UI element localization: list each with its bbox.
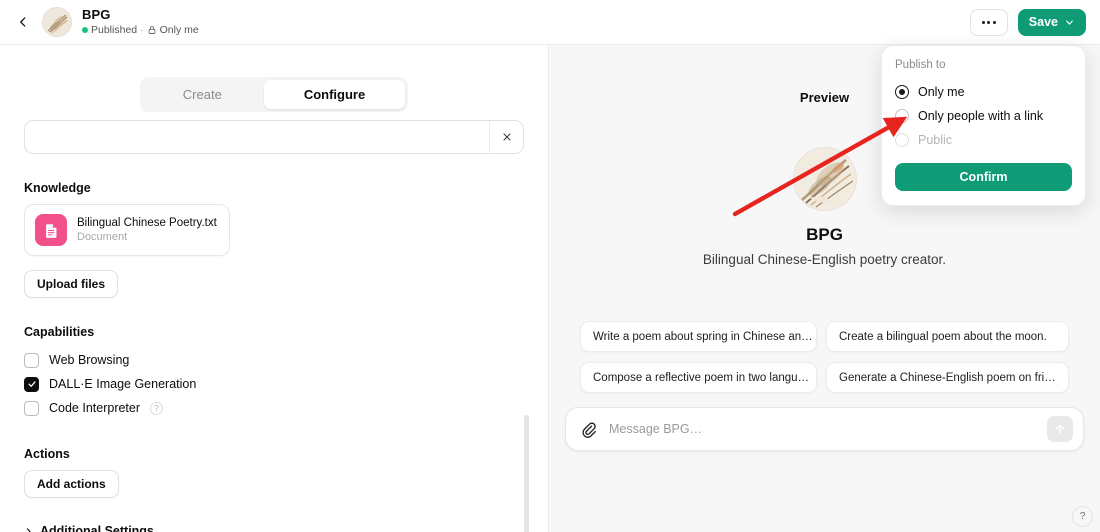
publish-option-label: Only me: [918, 85, 965, 99]
message-composer: [565, 407, 1084, 451]
capability-label: Code Interpreter: [49, 401, 141, 415]
publish-option-link[interactable]: Only people with a link: [895, 104, 1072, 128]
chevron-left-icon: [20, 17, 26, 27]
instructions-input[interactable]: [25, 129, 489, 145]
capability-dalle-image-generation[interactable]: DALL·E Image Generation: [24, 372, 524, 396]
chevron-right-icon: [26, 527, 31, 532]
preview-gpt-name: BPG: [806, 225, 843, 244]
arrow-up-icon: [1055, 424, 1065, 434]
clear-field-button[interactable]: [489, 121, 523, 153]
upload-files-button[interactable]: Upload files: [24, 270, 119, 298]
gpt-avatar-image: [43, 8, 71, 36]
close-icon: [502, 133, 511, 141]
suggestion-chip[interactable]: Compose a reflective poem in two langu…: [580, 362, 817, 393]
checkbox-web-browsing[interactable]: [24, 352, 39, 368]
actions-heading: Actions: [24, 447, 70, 461]
radio-only-people-with-link[interactable]: [895, 109, 909, 123]
knowledge-file-name: Bilingual Chinese Poetry.txt: [77, 217, 217, 229]
attach-file-button[interactable]: [580, 421, 597, 438]
page-title: BPG: [82, 7, 111, 22]
tab-configure[interactable]: Configure: [263, 80, 406, 109]
configure-scroll-area: Knowledge Bilingual Chinese Poetry.txt D…: [0, 120, 548, 532]
top-bar: BPG Published · Only me Save: [0, 0, 1100, 45]
help-icon[interactable]: ?: [150, 401, 164, 415]
header-text-group: BPG Published · Only me: [82, 7, 199, 37]
publish-option-public: Public: [895, 128, 1072, 152]
radio-public: [895, 133, 909, 147]
suggestion-chip[interactable]: Create a bilingual poem about the moon.: [826, 321, 1069, 352]
capability-label: DALL·E Image Generation: [49, 377, 197, 391]
panel-scrollbar[interactable]: [524, 415, 529, 532]
more-options-button[interactable]: [969, 8, 1008, 36]
top-bar-actions: Save: [969, 8, 1086, 36]
tab-bar: Create Configure: [0, 45, 548, 112]
checkbox-dalle-image-generation[interactable]: [24, 376, 39, 392]
capability-label: Web Browsing: [49, 353, 130, 367]
suggestion-chip[interactable]: Generate a Chinese-English poem on fri…: [826, 362, 1069, 393]
ellipsis-icon: [981, 20, 985, 24]
status-badge: Published · Only me: [82, 23, 199, 37]
preview-heading: Preview: [799, 90, 850, 105]
capability-code-interpreter[interactable]: Code Interpreter ?: [24, 396, 524, 420]
save-button-label: Save: [1028, 15, 1058, 29]
publish-option-label: Only people with a link: [918, 109, 1044, 123]
paperclip-icon: [582, 422, 596, 438]
instructions-field[interactable]: [24, 120, 524, 154]
capabilities-heading: Capabilities: [24, 325, 95, 339]
preview-gpt-description: Bilingual Chinese-English poetry creator…: [702, 252, 947, 267]
gpt-builder-window: BPG Published · Only me Save Create Conf…: [0, 0, 1100, 532]
publish-option-only-me[interactable]: Only me: [895, 80, 1072, 104]
knowledge-file-text: Bilingual Chinese Poetry.txt Document: [77, 216, 217, 244]
capability-web-browsing[interactable]: Web Browsing: [24, 348, 524, 372]
help-button[interactable]: ?: [1072, 506, 1093, 527]
configure-panel: Create Configure Knowledge Bilingual Chi…: [0, 45, 549, 532]
publish-popover-title: Publish to: [895, 59, 946, 71]
back-button[interactable]: [10, 9, 36, 35]
published-dot-icon: [82, 27, 88, 33]
additional-settings-toggle[interactable]: Additional Settings: [24, 524, 524, 532]
radio-only-me[interactable]: [895, 85, 909, 99]
preview-avatar: [792, 147, 857, 211]
separator: ·: [140, 24, 144, 36]
suggestion-chip[interactable]: Write a poem about spring in Chinese an…: [580, 321, 817, 352]
document-icon: [35, 214, 67, 246]
lock-icon: [147, 25, 157, 35]
check-icon: [27, 381, 36, 387]
published-label: Published: [91, 24, 138, 36]
gpt-avatar-image: [793, 148, 856, 210]
tab-create[interactable]: Create: [143, 80, 262, 109]
knowledge-heading: Knowledge: [24, 181, 91, 195]
knowledge-file-type: Document: [77, 231, 128, 243]
message-input[interactable]: [597, 422, 1047, 436]
additional-settings-label: Additional Settings: [40, 524, 154, 532]
chevron-down-icon: [1066, 20, 1073, 25]
publish-popover: Publish to Only me Only people with a li…: [881, 45, 1086, 206]
send-message-button[interactable]: [1047, 416, 1073, 442]
avatar: [42, 7, 72, 37]
suggestion-chip-grid: Write a poem about spring in Chinese an……: [580, 321, 1069, 393]
knowledge-file-item[interactable]: Bilingual Chinese Poetry.txt Document: [24, 204, 230, 256]
confirm-button[interactable]: Confirm: [895, 163, 1072, 191]
add-actions-button[interactable]: Add actions: [24, 470, 119, 498]
publish-option-label: Public: [918, 133, 953, 147]
visibility-label: Only me: [159, 24, 199, 36]
checkbox-code-interpreter[interactable]: [24, 400, 39, 416]
save-button[interactable]: Save: [1017, 8, 1086, 36]
